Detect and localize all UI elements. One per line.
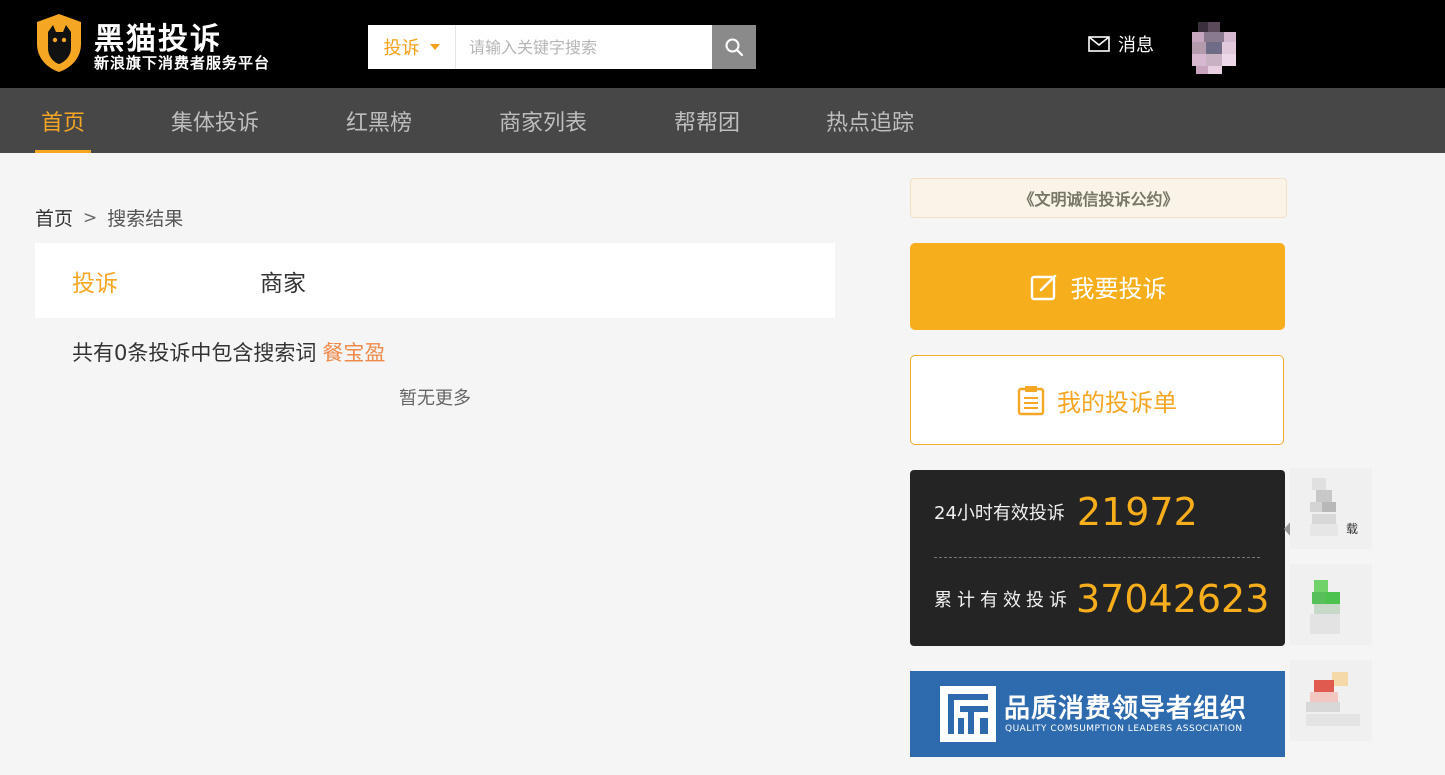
clipboard-icon (1017, 386, 1045, 416)
user-avatar[interactable] (1190, 20, 1238, 76)
top-header: 黑猫投诉 新浪旗下消费者服务平台 投诉 消息 (0, 0, 1445, 88)
tab-complaints[interactable]: 投诉 (72, 243, 118, 318)
stat-24h-value: 21972 (1076, 490, 1198, 534)
nav-item-red-black-list[interactable]: 红黑榜 (346, 88, 412, 153)
search-type-label: 投诉 (383, 38, 420, 59)
blurred-wechat-icon (1310, 580, 1340, 634)
nav-item-hot-tracking[interactable]: 热点追踪 (826, 88, 914, 153)
main-nav: 首页 集体投诉 红黑榜 商家列表 帮帮团 热点追踪 (0, 88, 1445, 153)
integrity-pact-link[interactable]: 《文明诚信投诉公约》 (910, 178, 1287, 218)
banner-subtitle: QUALITY COMSUMPTION LEADERS ASSOCIATION (1005, 724, 1243, 734)
search-type-select[interactable]: 投诉 (368, 25, 456, 69)
stat-24h: 24小时有效投诉 21972 (934, 490, 1274, 534)
side-tool-text: 载 (1346, 522, 1359, 536)
nav-item-group-complaints[interactable]: 集体投诉 (171, 88, 259, 153)
stat-total-value: 37042623 (1076, 577, 1270, 621)
messages-link[interactable]: 消息 (1088, 30, 1154, 58)
result-summary: 共有0条投诉中包含搜索词 餐宝盈 (72, 337, 385, 367)
stat-total: 累计有效投诉 37042623 (934, 577, 1274, 621)
stats-divider (934, 557, 1260, 558)
file-complaint-label: 我要投诉 (1070, 275, 1167, 303)
nav-item-label: 热点追踪 (826, 110, 915, 136)
search-input[interactable] (457, 25, 712, 69)
complaint-stats-panel: 24小时有效投诉 21972 累计有效投诉 37042623 (910, 470, 1285, 646)
nav-item-label: 集体投诉 (171, 110, 260, 136)
breadcrumb-current: 搜索结果 (107, 208, 184, 230)
banner-title: 品质消费领导者组织 (1004, 694, 1248, 724)
nav-item-label: 商家列表 (499, 110, 588, 136)
search-button[interactable] (712, 25, 756, 69)
stat-24h-label: 24小时有效投诉 (934, 503, 1065, 524)
result-tabs: 投诉 商家 (35, 243, 835, 318)
breadcrumb-home[interactable]: 首页 (35, 204, 73, 231)
side-tool-wechat[interactable] (1290, 564, 1372, 645)
file-complaint-button[interactable]: 我要投诉 (910, 243, 1285, 330)
breadcrumb: 首页 > 搜索结果 (35, 204, 183, 231)
nav-item-label: 首页 (41, 110, 86, 136)
avatar-image (1190, 20, 1238, 76)
edit-icon (1030, 274, 1056, 300)
side-tool-weibo[interactable] (1290, 660, 1372, 741)
nav-item-label: 帮帮团 (674, 110, 741, 136)
nav-item-help-group[interactable]: 帮帮团 (674, 88, 740, 153)
search-keyword: 餐宝盈 (322, 341, 386, 365)
messages-label: 消息 (1118, 35, 1154, 56)
nav-item-label: 红黑榜 (346, 110, 413, 136)
search-icon (725, 38, 744, 57)
quality-association-banner[interactable]: 品质消费领导者组织 QUALITY COMSUMPTION LEADERS AS… (910, 671, 1285, 757)
my-complaints-button[interactable]: 我的投诉单 (910, 355, 1284, 445)
site-logo[interactable]: 黑猫投诉 新浪旗下消费者服务平台 (34, 12, 324, 74)
envelope-icon (1088, 36, 1110, 52)
search-bar: 投诉 (368, 25, 756, 69)
blurred-weibo-icon (1306, 672, 1360, 726)
logo-subtitle: 新浪旗下消费者服务平台 (94, 54, 271, 72)
nav-item-home[interactable]: 首页 (35, 88, 92, 153)
tab-label: 投诉 (72, 270, 118, 297)
association-logo-icon (940, 686, 996, 742)
caret-down-icon (429, 44, 440, 50)
nav-item-merchant-list[interactable]: 商家列表 (499, 88, 587, 153)
side-tool-download[interactable]: 载 (1290, 468, 1372, 549)
stat-total-label: 累计有效投诉 (934, 590, 1072, 611)
tab-merchants[interactable]: 商家 (260, 243, 306, 318)
tab-label: 商家 (260, 270, 306, 297)
cat-shield-icon (37, 14, 81, 72)
result-summary-text: 共有0条投诉中包含搜索词 (72, 341, 317, 365)
no-more-text: 暂无更多 (399, 388, 471, 409)
my-complaints-label: 我的投诉单 (1057, 388, 1177, 417)
breadcrumb-separator: > (83, 207, 98, 228)
blurred-qr-icon (1310, 478, 1338, 536)
